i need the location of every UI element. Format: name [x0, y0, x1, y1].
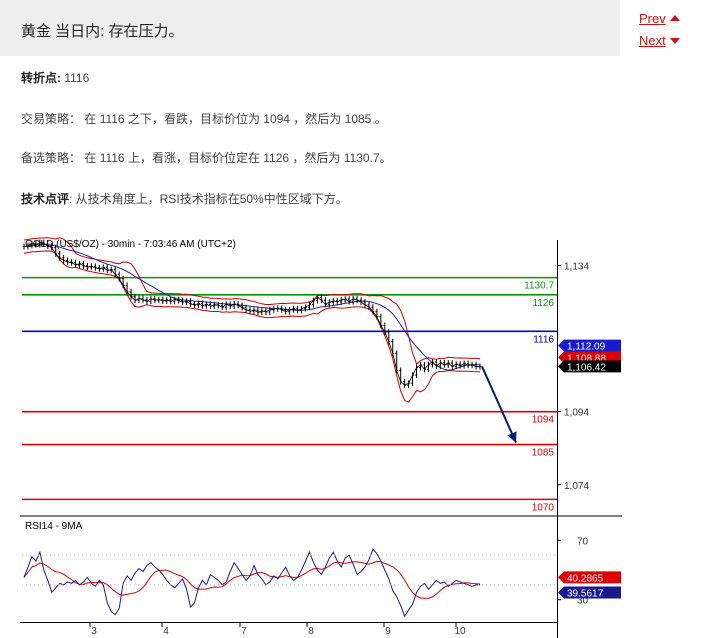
- pivot-value: 1116: [64, 71, 90, 85]
- price-chart: 1,1341,0941,0741130.71126111610941085107…: [20, 237, 622, 638]
- rsi-ma-line: [23, 560, 481, 599]
- x-tick-label: 4: [163, 626, 169, 637]
- price-tick-label: 1,074: [564, 481, 589, 492]
- alternative-text: 在 1116 上，看涨，目标价位定在 1126 ，然后为 1130.7。: [84, 151, 392, 165]
- title-bar: 黄金 当日内: 存在压力。: [0, 0, 620, 56]
- chart-container: 1,134 1,094 1,074 1130.7 1126 1116 1094 1085 107…: [20, 232, 622, 638]
- prev-link[interactable]: Prev: [639, 11, 666, 26]
- alternative-paragraph: 备选策略： 在 1116 上，看涨，目标价位定在 1126 ，然后为 1130.…: [21, 149, 392, 166]
- technical-label: 技术点评: [21, 192, 70, 206]
- price-panel: [22, 240, 557, 514]
- rsi-tag-label: 40.2865: [567, 573, 604, 584]
- x-tick-label: 3: [91, 626, 97, 637]
- chart-title: GOLD (US$/OZ) - 30min - 7:03:46 AM (UTC+…: [25, 239, 236, 250]
- level-label: 1085: [532, 448, 555, 459]
- price-tag-label: 1,106.42: [567, 362, 606, 373]
- rsi-title: RSI14 - 9MA: [25, 521, 83, 532]
- x-tick-label: 7: [241, 626, 247, 637]
- strategy-paragraph: 交易策略： 在 1116 之下，看跌，目标价位为 1094 ，然后为 1085 …: [21, 110, 387, 127]
- strategy-text: 在 1116 之下，看跌，目标价位为 1094 ，然后为 1085 。: [84, 112, 387, 126]
- level-label: 1070: [532, 502, 555, 513]
- triangle-up-icon[interactable]: [670, 15, 680, 21]
- rsi-tag-label: 39.5617: [567, 589, 604, 600]
- technical-paragraph: 技术点评: 从技术角度上，RSI技术指标在50%中性区域下方。: [21, 190, 348, 207]
- alternative-label: 备选策略：: [21, 151, 82, 165]
- price-tick-label: 1,134: [564, 262, 589, 273]
- pager: Prev Next: [620, 0, 702, 56]
- level-label: 1094: [532, 415, 555, 426]
- x-tick-label: 9: [385, 626, 391, 637]
- level-label: 1126: [532, 298, 554, 309]
- pivot-paragraph: 转折点: 1116: [21, 69, 89, 86]
- price-tag-label: 1,112.09: [567, 342, 606, 353]
- price-tick-label: 1,094: [564, 408, 589, 419]
- x-tick-label: 8: [308, 626, 314, 637]
- next-link[interactable]: Next: [639, 33, 666, 48]
- triangle-down-icon[interactable]: [670, 38, 680, 44]
- pivot-label: 转折点:: [21, 71, 61, 85]
- rsi-tick-label: 70: [577, 536, 589, 547]
- level-label: 1130.7: [524, 281, 554, 292]
- page-title: 黄金 当日内: 存在压力。: [21, 23, 184, 40]
- strategy-label: 交易策略：: [21, 112, 82, 126]
- level-label: 1116: [533, 334, 554, 345]
- technical-text: : 从技术角度上，RSI技术指标在50%中性区域下方。: [69, 192, 348, 206]
- x-tick-label: 10: [454, 626, 466, 637]
